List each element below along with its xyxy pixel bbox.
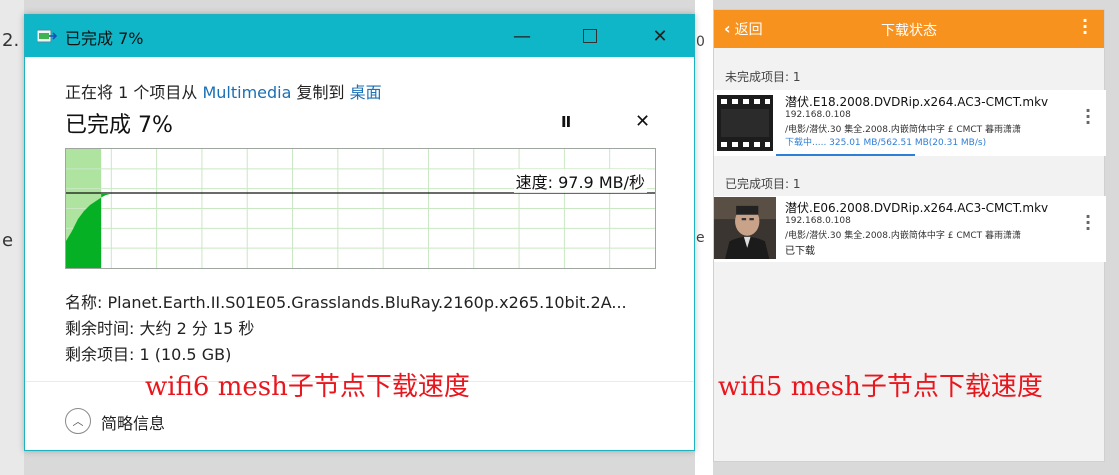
background-text-fragment: 2.	[2, 30, 20, 51]
download-progress-bar	[776, 154, 915, 156]
maximize-icon	[583, 29, 597, 43]
video-thumbnail	[714, 197, 776, 259]
chevron-up-icon[interactable]: ︿	[65, 408, 91, 434]
background-text-fragment: 0	[696, 34, 705, 50]
time-remaining-row: 剩余时间: 大约 2 分 15 秒	[65, 319, 255, 338]
dialog-title: 已完成 7%	[65, 29, 144, 48]
download-status: 下载中..... 325.01 MB/562.51 MB(20.31 MB/s)	[785, 138, 987, 148]
progress-heading: 已完成 7%	[65, 113, 173, 138]
copy-description: 正在将 1 个项目从 Multimedia 复制到 桌面	[65, 79, 382, 103]
background-text-fragment: e	[696, 230, 705, 246]
close-button[interactable]: ✕	[637, 15, 683, 57]
download-item-complete[interactable]: 潜伏.E06.2008.DVDRip.x264.AC3-CMCT.mkv 192…	[714, 196, 1106, 262]
speed-graph-canvas	[66, 149, 655, 268]
speed-label: 速度: 97.9 MB/秒	[513, 169, 647, 193]
copy-icon	[37, 29, 57, 43]
download-status: 已下载	[785, 246, 815, 257]
source-link[interactable]: Multimedia	[202, 83, 291, 102]
destination-link[interactable]: 桌面	[350, 83, 382, 102]
item-menu-icon[interactable]: · · ·	[1084, 103, 1092, 131]
items-remaining-row: 剩余项目: 1 (10.5 GB)	[65, 345, 232, 364]
cancel-copy-button[interactable]: ✕	[635, 111, 650, 132]
dialog-titlebar[interactable]: 已完成 7% — ✕	[25, 15, 694, 57]
app-bar: ‹ 返回 下载状态 · · ·	[714, 10, 1104, 48]
background-window-left: 2. e	[0, 0, 24, 475]
minimize-icon: —	[513, 25, 531, 47]
app-bar-title: 下载状态	[881, 23, 937, 39]
film-icon	[717, 95, 773, 151]
host-ip: 192.168.0.108	[785, 216, 851, 226]
close-icon: ✕	[652, 25, 668, 47]
more-vert-icon[interactable]: · · ·	[1082, 13, 1088, 41]
complete-section-header: 已完成项目: 1	[725, 177, 801, 191]
file-name-row: 名称: Planet.Earth.II.S01E05.Grasslands.Bl…	[65, 293, 627, 312]
download-item-in-progress[interactable]: 潜伏.E18.2008.DVDRip.x264.AC3-CMCT.mkv 192…	[714, 90, 1106, 156]
incomplete-section-header: 未完成项目: 1	[725, 70, 801, 84]
background-text-fragment: e	[2, 230, 14, 251]
file-name: 潜伏.E18.2008.DVDRip.x264.AC3-CMCT.mkv	[785, 95, 1049, 109]
host-ip: 192.168.0.108	[785, 110, 851, 120]
file-path: /电影/潜伏.30 集全.2008.内嵌简体中字 £ CMCT 暮雨潇潇	[785, 125, 1022, 135]
copy-middle: 复制到	[291, 83, 350, 102]
copy-prefix: 正在将 1 个项目从	[65, 83, 203, 102]
file-path: /电影/潜伏.30 集全.2008.内嵌简体中字 £ CMCT 暮雨潇潇	[785, 231, 1022, 241]
transfer-speed-graph: 速度: 97.9 MB/秒	[65, 148, 656, 269]
caption-wifi5: wifi5 mesh子节点下载速度	[718, 372, 1043, 402]
item-menu-icon[interactable]: · · ·	[1084, 209, 1092, 237]
fewer-details-label[interactable]: 简略信息	[101, 410, 165, 434]
pause-button[interactable]: II	[561, 113, 571, 131]
maximize-button[interactable]	[567, 15, 613, 57]
file-name: 潜伏.E06.2008.DVDRip.x264.AC3-CMCT.mkv	[785, 201, 1049, 215]
background-window-gap: 0 e	[695, 0, 713, 475]
caption-wifi6: wifi6 mesh子节点下载速度	[145, 372, 470, 402]
minimize-button[interactable]: —	[499, 15, 545, 57]
